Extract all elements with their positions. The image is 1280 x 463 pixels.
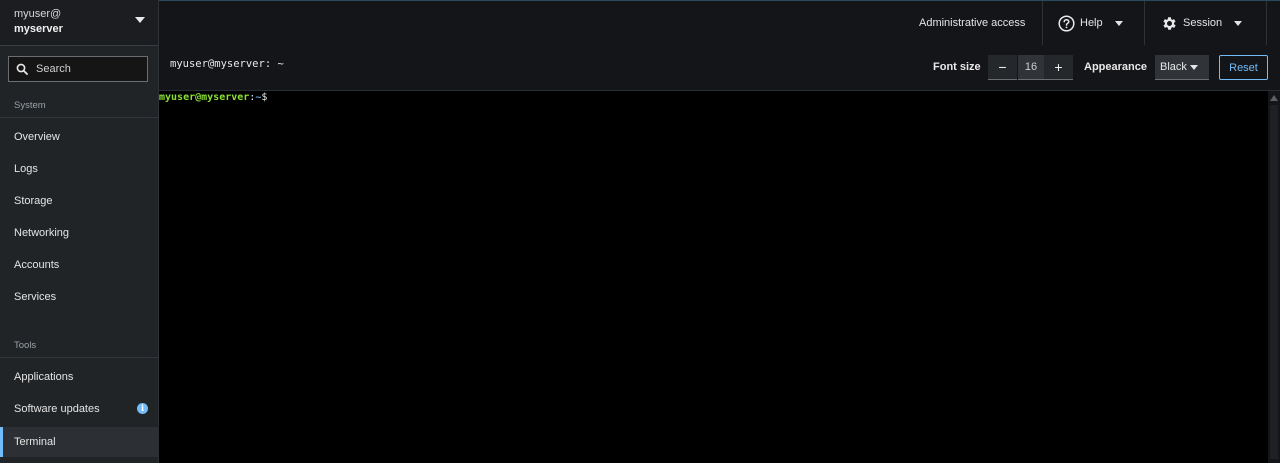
administrative-access-button[interactable]: Administrative access [919,1,1025,45]
divider [1266,1,1267,45]
session-label: Session [1183,17,1223,29]
font-size-decrease-button[interactable]: − [988,55,1017,80]
help-menu-button[interactable]: Help [1058,1,1123,45]
sidebar-item-applications[interactable]: Applications [0,362,159,392]
appearance-select[interactable]: Black [1155,55,1209,80]
terminal-scrollbar[interactable] [1268,91,1280,463]
chevron-down-icon [1114,20,1123,26]
scroll-track[interactable] [1270,105,1278,459]
sidebar-item-networking[interactable]: Networking [0,218,159,248]
search-input[interactable] [36,63,146,75]
chevron-down-icon [1234,20,1243,26]
divider [1042,1,1043,45]
scroll-up-arrow-icon[interactable] [1270,95,1278,101]
masthead: Administrative access Help Session [159,0,1280,45]
host-switcher[interactable]: myuser@ myserver [0,0,158,46]
appearance-value: Black [1160,61,1187,73]
prompt-symbol: $ [261,92,268,103]
terminal-screen[interactable]: myuser@myserver:~$ [159,91,1268,463]
host-user: myuser@ [14,8,62,20]
terminal-toolbar: myuser@myserver: ~ Font size − 16 + Appe… [159,45,1280,91]
divider [0,357,159,358]
section-label-tools: Tools [14,340,37,351]
search-box[interactable] [8,56,148,82]
font-size-increase-button[interactable]: + [1044,55,1073,80]
section-label-system: System [14,100,46,111]
search-icon [16,63,28,75]
chevron-down-icon[interactable] [135,17,145,23]
sidebar-item-overview[interactable]: Overview [0,122,159,152]
sidebar-item-logs[interactable]: Logs [0,154,159,184]
sidebar-item-label: Software updates [14,403,100,415]
sidebar-item-software-updates[interactable]: Software updates i [0,394,159,424]
terminal-title: myuser@myserver: ~ [170,58,284,70]
sidebar-item-storage[interactable]: Storage [0,186,159,216]
info-icon: i [137,403,148,414]
appearance-label: Appearance [1084,61,1147,73]
session-menu-button[interactable]: Session [1161,1,1243,45]
font-size-value[interactable]: 16 [1018,55,1044,80]
reset-button[interactable]: Reset [1219,55,1268,80]
prompt-user-host: myuser@myserver [159,92,250,103]
help-circle-icon [1058,14,1075,32]
sidebar-item-terminal[interactable]: Terminal [0,427,159,457]
divider [0,117,159,118]
font-size-label: Font size [933,61,981,73]
divider [1144,1,1145,45]
gear-icon [1163,16,1176,30]
help-label: Help [1080,17,1103,29]
chevron-down-icon [1189,64,1198,70]
sidebar: myuser@ myserver System Overview Logs St… [0,0,159,463]
sidebar-item-services[interactable]: Services [0,282,159,312]
sidebar-item-accounts[interactable]: Accounts [0,250,159,280]
host-name: myserver [14,23,63,35]
terminal-prompt: myuser@myserver:~$ [159,92,267,103]
